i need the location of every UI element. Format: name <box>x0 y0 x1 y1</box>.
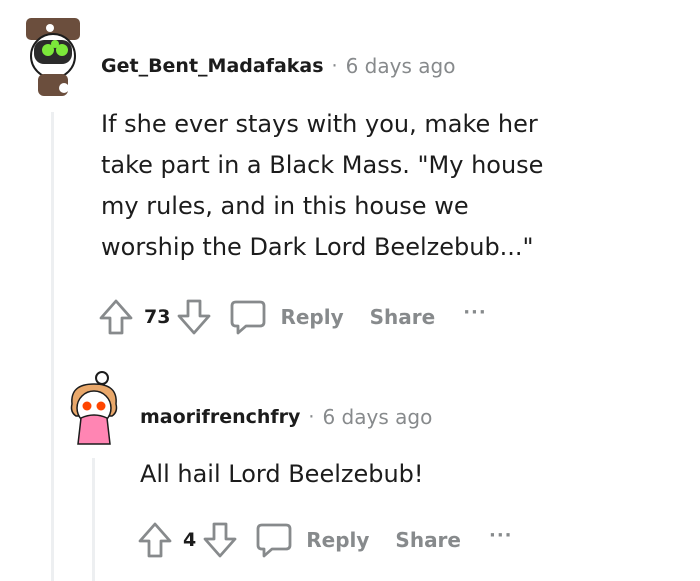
more-options-button[interactable]: ··· <box>463 302 487 323</box>
arrow-down-icon <box>203 522 237 558</box>
comment-line: take part in a Black Mass. "My house <box>101 151 544 179</box>
reply-button[interactable]: Reply <box>254 520 369 560</box>
comment-actions: 73 Reply Share ··· <box>96 297 487 337</box>
thread-line-2[interactable] <box>92 458 95 581</box>
snoo-avatar-icon <box>70 371 118 445</box>
comment-meta: Get_Bent_Madafakas · 6 days ago <box>101 54 455 78</box>
speech-bubble-icon <box>231 300 266 335</box>
arrow-up-icon <box>99 299 133 335</box>
reply-label: Reply <box>280 305 344 329</box>
username[interactable]: maorifrenchfry <box>140 406 300 428</box>
comment-meta: maorifrenchfry · 6 days ago <box>140 405 432 429</box>
comment-body: All hail Lord Beelzebub! <box>140 454 424 495</box>
comment-actions: 4 Reply Share ··· <box>135 520 513 560</box>
speech-bubble-icon <box>256 523 292 558</box>
comment-line: If she ever stays with you, make her <box>101 110 538 138</box>
comment-line: All hail Lord Beelzebub! <box>140 460 424 488</box>
timestamp[interactable]: 6 days ago <box>322 405 432 429</box>
share-button[interactable]: Share <box>370 305 436 329</box>
downvote-button[interactable] <box>174 297 214 337</box>
arrow-down-icon <box>178 299 211 335</box>
avatar[interactable] <box>24 18 82 98</box>
upvote-button[interactable] <box>135 520 175 560</box>
separator-dot: · <box>308 406 315 428</box>
upvote-button[interactable] <box>96 297 136 337</box>
username[interactable]: Get_Bent_Madafakas <box>101 55 324 77</box>
separator-dot: · <box>331 55 338 77</box>
share-button[interactable]: Share <box>395 528 461 552</box>
snoo-avatar-icon <box>26 18 80 96</box>
downvote-button[interactable] <box>200 520 240 560</box>
arrow-up-icon <box>138 522 172 558</box>
more-options-button[interactable]: ··· <box>489 525 513 546</box>
avatar[interactable] <box>66 370 122 446</box>
comment-line: worship the Dark Lord Beelzebub..." <box>101 233 534 261</box>
thread-line-1[interactable] <box>51 112 54 581</box>
vote-count: 4 <box>183 529 197 551</box>
vote-count: 73 <box>144 306 171 328</box>
comment-body: If she ever stays with you, make her tak… <box>101 104 543 268</box>
reply-button[interactable]: Reply <box>228 297 344 337</box>
comment-line: my rules, and in this house we <box>101 192 469 220</box>
timestamp[interactable]: 6 days ago <box>346 54 456 78</box>
reply-label: Reply <box>306 528 370 552</box>
